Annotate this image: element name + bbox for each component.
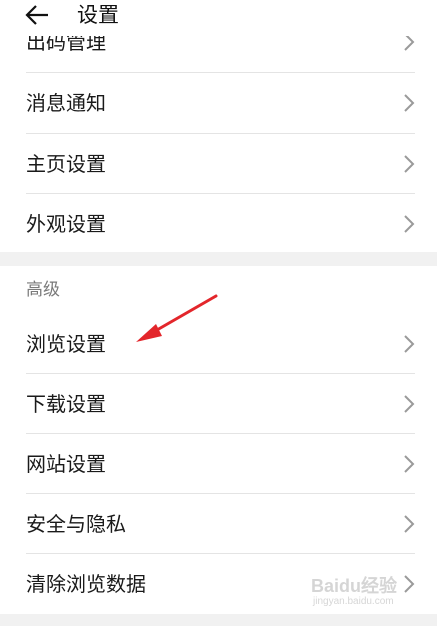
settings-group-general: 出码管理 消息通知 主页设置 外观设置: [0, 0, 437, 252]
settings-row-label: 安全与隐私: [26, 512, 126, 536]
settings-group-advanced: 高级 浏览设置 下载设置 网站设置 安全与隐私 清除浏览数据: [0, 266, 437, 614]
chevron-right-icon: [404, 455, 415, 473]
section-title-advanced: 高级: [26, 280, 60, 300]
back-button[interactable]: [24, 0, 60, 30]
settings-row-label: 下载设置: [26, 392, 106, 416]
app-header: 设置: [0, 0, 437, 36]
watermark-sub: jingyan.baidu.com: [313, 596, 394, 607]
chevron-right-icon: [404, 395, 415, 413]
settings-row-notifications[interactable]: 消息通知: [0, 73, 437, 133]
settings-row-label: 外观设置: [26, 212, 106, 236]
settings-row-download[interactable]: 下载设置: [0, 374, 437, 434]
chevron-right-icon: [404, 94, 415, 112]
settings-row-label: 浏览设置: [26, 332, 106, 356]
chevron-right-icon: [404, 335, 415, 353]
arrow-left-icon: [25, 5, 48, 25]
settings-row-browsing[interactable]: 浏览设置: [0, 314, 437, 374]
settings-row-label: 清除浏览数据: [26, 572, 146, 596]
settings-row-site[interactable]: 网站设置: [0, 434, 437, 494]
settings-row-label: 网站设置: [26, 452, 106, 476]
settings-row-label: 消息通知: [26, 91, 106, 115]
chevron-right-icon: [404, 215, 415, 233]
chevron-right-icon: [404, 515, 415, 533]
settings-row-homepage[interactable]: 主页设置: [0, 134, 437, 194]
settings-row-security-privacy[interactable]: 安全与隐私: [0, 494, 437, 554]
watermark-text: Baidu经验: [311, 576, 398, 596]
baidu-watermark-logo: Baidu经验 jingyan.baidu.com: [311, 572, 411, 612]
settings-row-appearance[interactable]: 外观设置: [0, 194, 437, 254]
settings-row-label: 主页设置: [26, 152, 106, 176]
chevron-right-icon: [404, 155, 415, 173]
page-title: 设置: [77, 3, 119, 27]
